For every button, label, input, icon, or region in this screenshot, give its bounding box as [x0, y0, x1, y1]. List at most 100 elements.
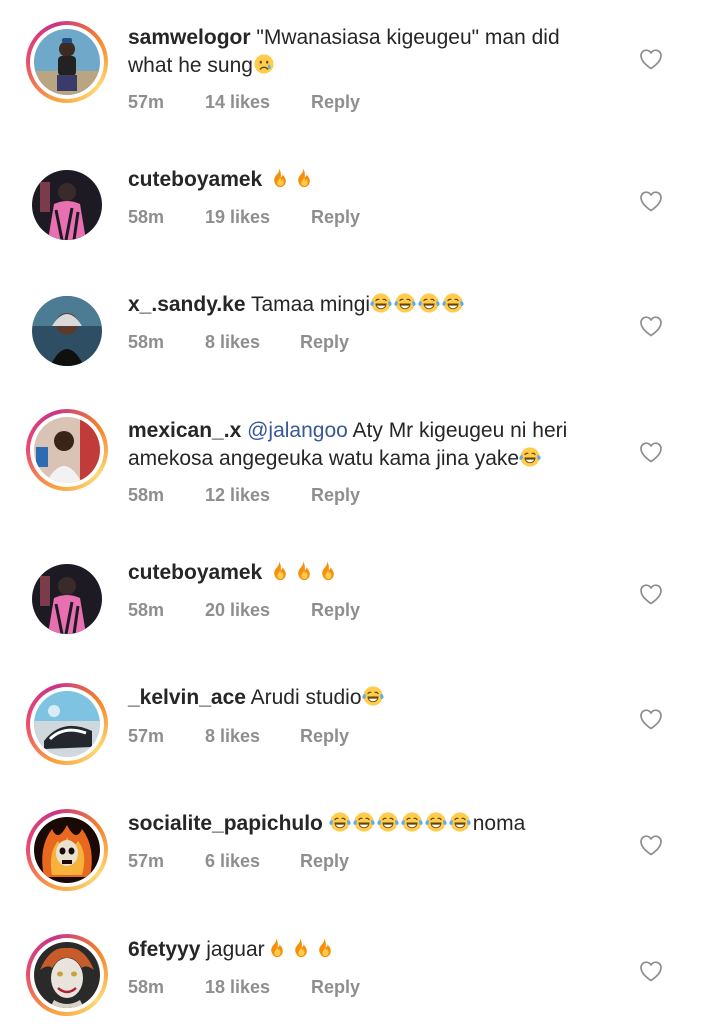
- fire-emoji: [292, 560, 314, 582]
- avatar-image: [34, 817, 100, 883]
- comment-time: 58m: [128, 207, 165, 227]
- avatar-image: [34, 417, 100, 483]
- comment-username[interactable]: 6fetyyy: [128, 938, 200, 961]
- comment-likes[interactable]: 14 likes: [205, 90, 270, 114]
- comment-time: 57m: [128, 851, 165, 871]
- comment-username[interactable]: cuteboyamek: [128, 168, 262, 191]
- comment-likes[interactable]: 12 likes: [205, 483, 270, 507]
- comment-username[interactable]: x_.sandy.ke: [128, 293, 246, 316]
- comment-username[interactable]: mexican_.x: [128, 419, 241, 442]
- avatar[interactable]: [34, 417, 100, 483]
- reply-button[interactable]: Reply: [300, 330, 349, 354]
- reply-button[interactable]: Reply: [311, 205, 360, 229]
- heart-outline-icon[interactable]: [639, 708, 663, 730]
- fire-emoji: [265, 937, 287, 959]
- avatar-story-ring[interactable]: [26, 21, 108, 103]
- fire-emoji: [313, 937, 335, 959]
- reply-button[interactable]: Reply: [300, 849, 349, 873]
- comment-username[interactable]: socialite_papichulo: [128, 812, 323, 835]
- avatar-wrap[interactable]: [26, 290, 108, 372]
- comment-text: cuteboyamek: [128, 166, 628, 194]
- avatar[interactable]: [32, 564, 102, 634]
- comment-body: Arudi studio: [250, 686, 362, 709]
- laughing-tears-emoji: [401, 811, 423, 833]
- avatar[interactable]: [34, 29, 100, 95]
- reply-button[interactable]: Reply: [300, 724, 349, 748]
- comment-text: _kelvin_ace Arudi studio: [128, 684, 628, 712]
- laughing-tears-emoji: [418, 292, 440, 314]
- avatar-image: [32, 296, 102, 366]
- comment-likes[interactable]: 6 likes: [205, 849, 260, 873]
- comment-body: "Mwanasiasa kigeugeu" man did: [256, 26, 560, 49]
- comment-text-continued: what he sung: [128, 52, 628, 80]
- comment-likes[interactable]: 19 likes: [205, 205, 270, 229]
- laughing-tears-emoji: [377, 811, 399, 833]
- reply-button[interactable]: Reply: [311, 975, 360, 999]
- avatar[interactable]: [34, 691, 100, 757]
- comment-body: Aty Mr kigeugeu ni heri: [352, 419, 568, 442]
- heart-outline-icon[interactable]: [639, 834, 663, 856]
- fire-emoji: [268, 560, 290, 582]
- comment-text: samwelogor "Mwanasiasa kigeugeu" man did: [128, 24, 628, 52]
- comment-text: cuteboyamek: [128, 559, 628, 587]
- comment-text: mexican_.x @jalangoo Aty Mr kigeugeu ni …: [128, 417, 628, 445]
- avatar-image: [34, 942, 100, 1008]
- comment-username[interactable]: cuteboyamek: [128, 561, 262, 584]
- comment-text: socialite_papichulo noma: [128, 810, 628, 838]
- comment-likes[interactable]: 20 likes: [205, 598, 270, 622]
- fire-emoji: [292, 167, 314, 189]
- fire-emoji: [289, 937, 311, 959]
- comment-time: 57m: [128, 726, 165, 746]
- avatar-story-ring[interactable]: [26, 934, 108, 1016]
- comment-body: what he sung: [128, 54, 253, 77]
- laughing-tears-emoji: [329, 811, 351, 833]
- comment-body: amekosa angegeuka watu kama jina yake: [128, 447, 520, 470]
- reply-button[interactable]: Reply: [311, 598, 360, 622]
- avatar-story-ring[interactable]: [26, 683, 108, 765]
- comment-likes[interactable]: 8 likes: [205, 330, 260, 354]
- comment-likes[interactable]: 18 likes: [205, 975, 270, 999]
- laughing-tears-emoji: [370, 292, 392, 314]
- laughing-tears-emoji: [519, 446, 541, 468]
- laughing-tears-emoji: [449, 811, 471, 833]
- comment-time: 57m: [128, 92, 165, 112]
- comment-body: Tamaa mingi: [251, 293, 371, 316]
- fire-emoji: [316, 560, 338, 582]
- comment-text-continued: amekosa angegeuka watu kama jina yake: [128, 445, 628, 473]
- avatar-story-ring[interactable]: [26, 409, 108, 491]
- avatar-wrap[interactable]: [26, 164, 108, 246]
- heart-outline-icon[interactable]: [639, 315, 663, 337]
- comment-body: noma: [472, 812, 526, 835]
- laughing-tears-emoji: [362, 685, 384, 707]
- avatar-image: [34, 691, 100, 757]
- reply-button[interactable]: Reply: [311, 90, 360, 114]
- avatar[interactable]: [34, 942, 100, 1008]
- avatar-image: [34, 29, 100, 95]
- avatar-image: [32, 170, 102, 240]
- comment-username[interactable]: samwelogor: [128, 26, 251, 49]
- avatar[interactable]: [32, 170, 102, 240]
- comment-likes[interactable]: 8 likes: [205, 724, 260, 748]
- avatar[interactable]: [32, 296, 102, 366]
- laughing-tears-emoji: [394, 292, 416, 314]
- comment-time: 58m: [128, 485, 165, 505]
- mention-link[interactable]: @jalangoo: [247, 419, 348, 442]
- comment-body: jaguar: [206, 938, 265, 961]
- heart-outline-icon[interactable]: [639, 583, 663, 605]
- heart-outline-icon[interactable]: [639, 441, 663, 463]
- comment-time: 58m: [128, 332, 165, 352]
- avatar-wrap[interactable]: [26, 558, 108, 640]
- avatar-image: [32, 564, 102, 634]
- sad-face-emoji: [253, 53, 275, 75]
- comment-time: 58m: [128, 977, 165, 997]
- reply-button[interactable]: Reply: [311, 483, 360, 507]
- heart-outline-icon[interactable]: [639, 190, 663, 212]
- avatar[interactable]: [34, 817, 100, 883]
- heart-outline-icon[interactable]: [639, 960, 663, 982]
- avatar-story-ring[interactable]: [26, 809, 108, 891]
- heart-outline-icon[interactable]: [639, 48, 663, 70]
- comment-username[interactable]: _kelvin_ace: [128, 686, 246, 709]
- comment-text: x_.sandy.ke Tamaa mingi: [128, 291, 628, 319]
- laughing-tears-emoji: [442, 292, 464, 314]
- comment-time: 58m: [128, 600, 165, 620]
